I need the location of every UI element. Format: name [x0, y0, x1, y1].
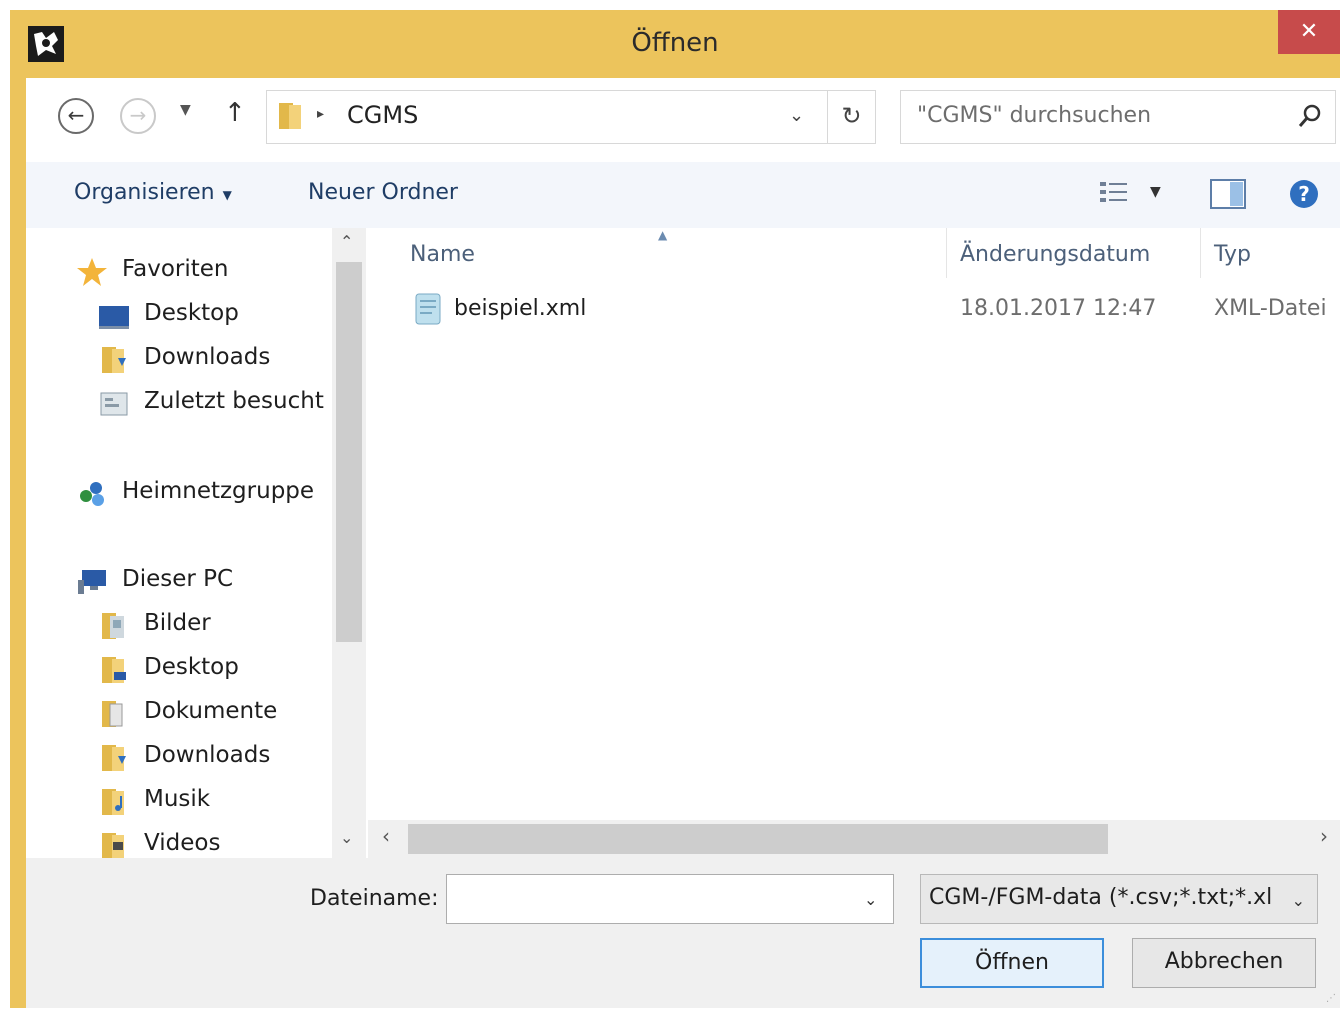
desktop-folder-icon	[102, 657, 126, 683]
nav-label: Downloads	[144, 344, 271, 370]
file-row[interactable]: beispiel.xml 18.01.2017 12:47 XML-Datei	[368, 288, 1340, 328]
desktop-icon	[99, 306, 129, 329]
scroll-down-icon[interactable]: ⌄	[340, 828, 353, 847]
organize-label: Organisieren	[74, 180, 215, 205]
organize-menu[interactable]: Organisieren ▼	[74, 180, 232, 205]
nav-label: Videos	[144, 830, 221, 856]
nav-label: Desktop	[144, 300, 239, 326]
preview-pane-icon[interactable]	[1210, 178, 1246, 210]
nav-label: Heimnetzgruppe	[122, 478, 315, 504]
videos-folder-icon	[102, 833, 124, 858]
title-bar[interactable]: Öffnen ✕	[10, 10, 1340, 78]
help-icon[interactable]: ?	[1288, 178, 1320, 210]
nav-label: Bilder	[144, 610, 211, 636]
back-arrow-icon: ←	[67, 103, 85, 127]
recent-locations-chevron-icon[interactable]: ▼	[180, 102, 191, 118]
horizontal-scrollbar[interactable]: ‹ ›	[368, 820, 1340, 858]
command-toolbar: Organisieren ▼ Neuer Ordner ▼ ?	[26, 162, 1340, 229]
navigation-pane: Favoriten Desktop Downloads Zuletzt besu…	[26, 228, 368, 858]
address-bar[interactable]: ▸ CGMS ⌄	[266, 90, 828, 144]
view-dropdown-icon[interactable]: ▼	[1150, 184, 1161, 200]
recent-places-icon	[100, 392, 128, 416]
nav-label: Favoriten	[122, 256, 229, 282]
chevron-down-icon: ▼	[222, 188, 232, 202]
file-name: beispiel.xml	[454, 296, 587, 321]
refresh-button[interactable]: ↻	[828, 90, 876, 144]
nav-label: Downloads	[144, 742, 271, 768]
pictures-folder-icon	[102, 613, 124, 639]
nav-label: Dieser PC	[122, 566, 234, 592]
dialog-client: ← → ▼ ↑ ▸ CGMS ⌄ ↻ "CGMS" durchsuchen Or…	[26, 78, 1340, 1008]
column-header-type[interactable]: Typ	[1214, 242, 1251, 267]
horizontal-scroll-thumb[interactable]	[408, 824, 1108, 854]
folder-icon	[279, 103, 301, 129]
file-list: ▲ Name Änderungsdatum Typ beispiel.xml 1…	[368, 228, 1340, 820]
chevron-down-icon: ⌄	[1291, 891, 1305, 910]
scroll-thumb[interactable]	[336, 262, 362, 642]
filetype-value: CGM-/FGM-data (*.csv;*.txt;*.xl	[929, 885, 1273, 910]
dialog-window: Öffnen ✕ ← → ▼ ↑ ▸ CGMS ⌄ ↻ "CGMS" durch…	[10, 10, 1340, 1008]
new-folder-button[interactable]: Neuer Ordner	[308, 180, 458, 205]
star-icon	[77, 258, 107, 286]
nav-label: Desktop	[144, 654, 239, 680]
nav-label: Zuletzt besucht	[144, 388, 324, 414]
navigation-scrollbar[interactable]: ⌃ ⌄	[332, 228, 366, 858]
filename-dropdown-icon[interactable]: ⌄	[864, 890, 877, 909]
resize-grip-icon[interactable]: ⋰	[1326, 993, 1336, 1004]
nav-label: Musik	[144, 786, 211, 812]
filename-field[interactable]	[446, 874, 894, 924]
breadcrumb-separator-icon[interactable]: ▸	[317, 106, 324, 122]
forward-button[interactable]: →	[120, 98, 156, 134]
sort-ascending-icon: ▲	[658, 228, 668, 242]
xml-file-icon	[415, 293, 441, 325]
dialog-footer: Dateiname: ⌄ CGM-/FGM-data (*.csv;*.txt;…	[26, 858, 1340, 1008]
file-type: XML-Datei	[1214, 296, 1327, 321]
cancel-button[interactable]: Abbrechen	[1132, 938, 1316, 988]
svg-text:?: ?	[1298, 182, 1310, 206]
forward-arrow-icon: →	[129, 103, 147, 127]
nav-label: Dokumente	[144, 698, 278, 724]
computer-icon	[78, 570, 106, 594]
filetype-select[interactable]: CGM-/FGM-data (*.csv;*.txt;*.xl ⌄	[920, 874, 1318, 924]
filename-label: Dateiname:	[310, 886, 439, 911]
refresh-icon: ↻	[841, 102, 862, 130]
column-header-name[interactable]: Name	[410, 242, 475, 267]
open-button[interactable]: Öffnen	[920, 938, 1104, 988]
homegroup-icon	[80, 482, 104, 506]
up-arrow-icon[interactable]: ↑	[224, 98, 246, 128]
file-date: 18.01.2017 12:47	[960, 296, 1157, 321]
close-button[interactable]: ✕	[1278, 10, 1340, 54]
documents-folder-icon	[102, 701, 123, 727]
address-row: ← → ▼ ↑ ▸ CGMS ⌄ ↻ "CGMS" durchsuchen	[26, 78, 1340, 162]
breadcrumb-cgms[interactable]: CGMS	[347, 101, 418, 129]
search-icon	[1298, 104, 1321, 127]
view-options-icon[interactable]	[1098, 178, 1132, 208]
scroll-left-icon[interactable]: ‹	[382, 824, 390, 848]
music-folder-icon	[102, 789, 124, 815]
downloads-folder-icon	[102, 347, 126, 373]
scroll-right-icon[interactable]: ›	[1320, 824, 1328, 848]
search-placeholder: "CGMS" durchsuchen	[917, 103, 1152, 128]
scroll-up-icon[interactable]: ⌃	[340, 232, 353, 251]
column-divider[interactable]	[1200, 228, 1201, 278]
address-dropdown-icon[interactable]: ⌄	[789, 105, 804, 126]
search-input[interactable]: "CGMS" durchsuchen	[900, 90, 1336, 144]
window-title: Öffnen	[631, 28, 719, 58]
column-header-date[interactable]: Änderungsdatum	[960, 242, 1150, 267]
back-button[interactable]: ←	[58, 98, 94, 134]
downloads-folder-icon	[102, 745, 126, 771]
column-divider[interactable]	[946, 228, 947, 278]
